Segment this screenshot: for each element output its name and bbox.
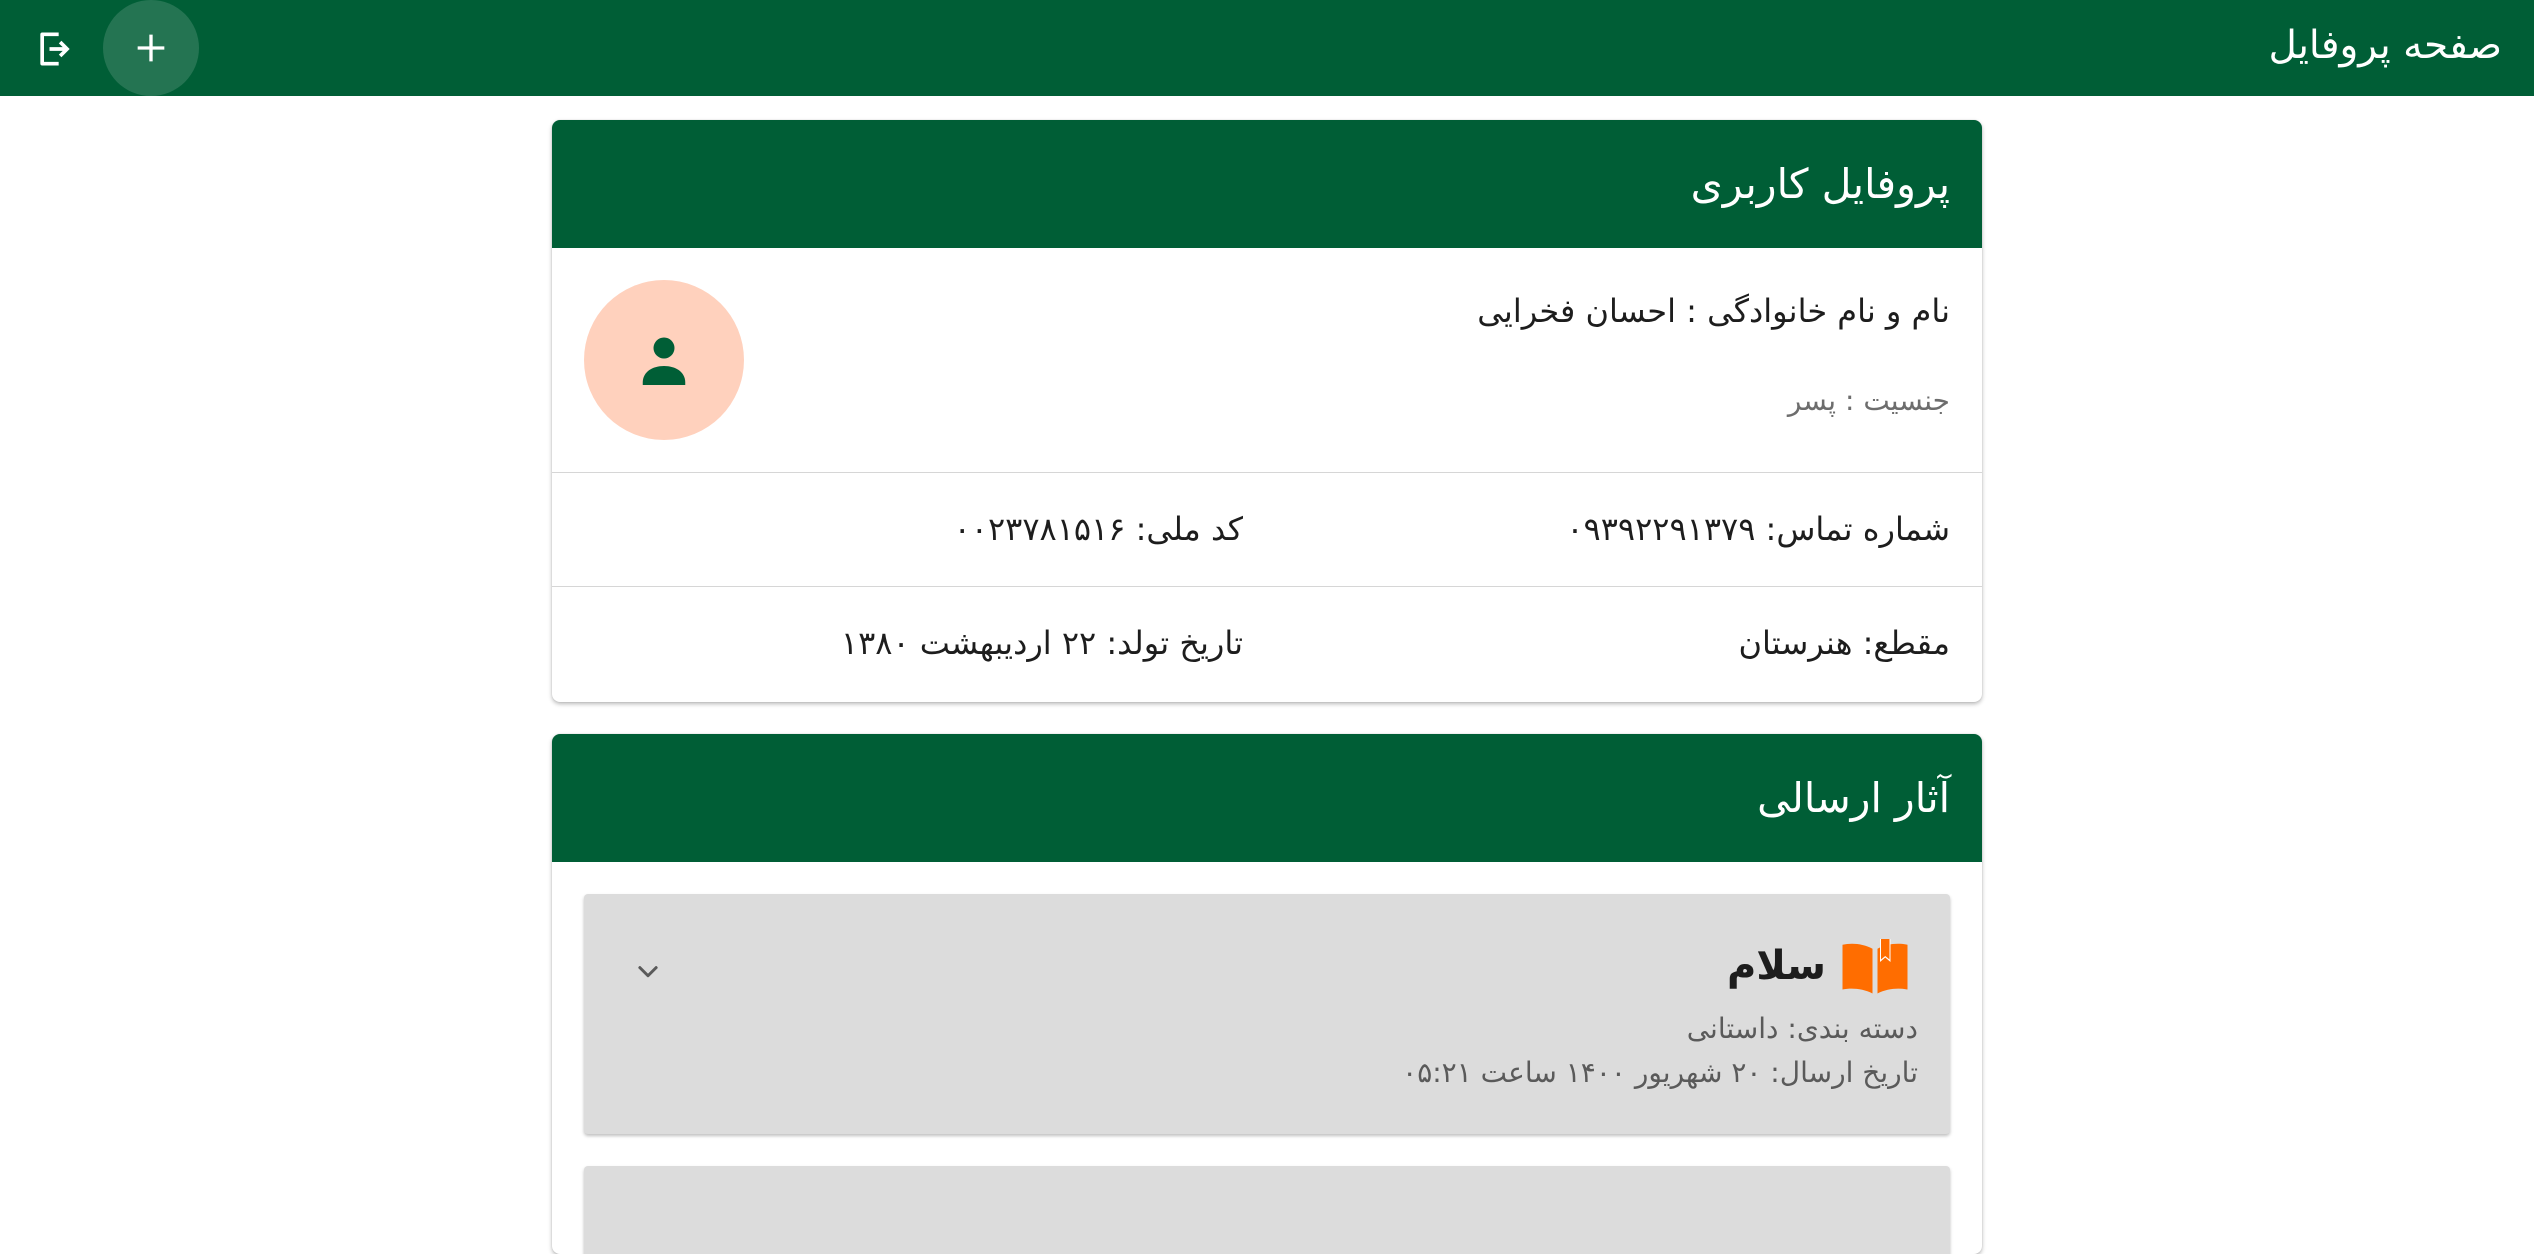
expand-button[interactable] xyxy=(628,952,668,992)
submitted-works-card: آثار ارسالی سلام دسته بندی: داستانی تاری… xyxy=(552,734,1982,1254)
top-app-bar: صفحه پروفایل xyxy=(0,0,2534,96)
gender: جنسیت : پسر xyxy=(1787,384,1950,417)
avatar xyxy=(584,280,744,440)
logout-button[interactable] xyxy=(24,18,86,80)
phone-number: شماره تماس: ۰۹۳۹۲۲۹۱۳۷۹ xyxy=(1566,510,1950,548)
profile-identity-row: نام و نام خانوادگی : احسان فخرایی جنسیت … xyxy=(552,248,1982,473)
work-item-category: دسته بندی: داستانی xyxy=(1686,1012,1918,1045)
profile-card-header: پروفایل کاربری xyxy=(552,120,1982,248)
full-name: نام و نام خانوادگی : احسان فخرایی xyxy=(1477,292,1950,330)
page-title: صفحه پروفایل xyxy=(2268,23,2502,68)
works-card-title: آثار ارسالی xyxy=(1757,774,1950,822)
profile-education-row: مقطع: هنرستان تاریخ تولد: ۲۲ اردیبهشت ۱۳… xyxy=(552,587,1982,702)
book-icon xyxy=(1842,939,1908,994)
profile-card-title: پروفایل کاربری xyxy=(1690,160,1950,208)
add-button[interactable] xyxy=(103,0,199,96)
work-item[interactable]: سلام دسته بندی: داستانی تاریخ ارسال: ۲۰ … xyxy=(584,894,1950,1134)
birth-date: تاریخ تولد: ۲۲ اردیبهشت ۱۳۸۰ xyxy=(840,624,1243,662)
person-icon xyxy=(642,337,686,385)
chevron-down-icon xyxy=(638,966,658,978)
works-list: سلام دسته بندی: داستانی تاریخ ارسال: ۲۰ … xyxy=(552,862,1982,1254)
work-item-title: سلام xyxy=(1726,943,1826,989)
work-item-sent-date: تاریخ ارسال: ۲۰ شهریور ۱۴۰۰ ساعت ۰۵:۲۱ xyxy=(1402,1056,1918,1089)
work-item[interactable] xyxy=(584,1166,1950,1254)
work-item-heading: سلام xyxy=(1727,936,1910,996)
plus-icon xyxy=(137,34,165,62)
education-grade: مقطع: هنرستان xyxy=(1738,624,1950,662)
logout-icon xyxy=(40,32,70,66)
national-code: کد ملی: ۰۰۲۳۷۸۱۵۱۶ xyxy=(953,510,1243,548)
profile-card: پروفایل کاربری نام و نام خانوادگی : احسا… xyxy=(552,120,1982,702)
profile-contact-row: شماره تماس: ۰۹۳۹۲۲۹۱۳۷۹ کد ملی: ۰۰۲۳۷۸۱۵… xyxy=(552,473,1982,587)
works-card-header: آثار ارسالی xyxy=(552,734,1982,862)
